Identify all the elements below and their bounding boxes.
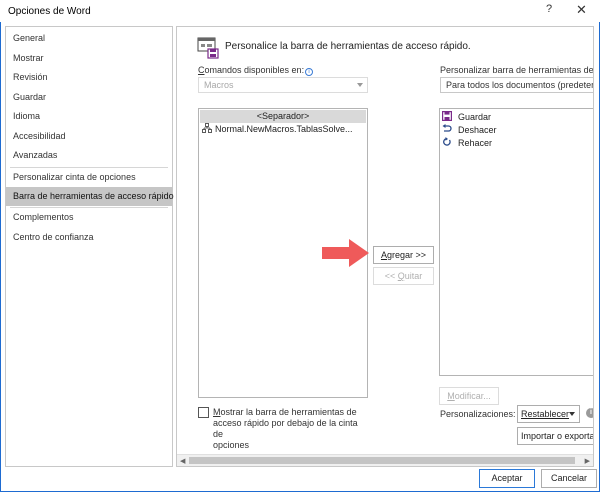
sidebar-item-barra-acceso-rapido[interactable]: Barra de herramientas de acceso rápido [6, 187, 174, 206]
sidebar-item-avanzadas[interactable]: Avanzadas [6, 146, 172, 165]
import-export-button[interactable]: Importar o exportar [517, 427, 593, 445]
sidebar-item-idioma[interactable]: Idioma [6, 107, 172, 126]
qat-item-label: Guardar [458, 112, 492, 122]
scroll-left-icon[interactable]: ◀ [180, 457, 185, 465]
close-button[interactable]: ✕ [576, 2, 587, 18]
list-item-guardar[interactable]: Guardar [442, 111, 592, 124]
chevron-down-icon [569, 412, 575, 416]
main-panel: Personalice la barra de herramientas de … [176, 26, 594, 467]
list-item-separator[interactable]: <Separador> [200, 110, 366, 123]
arrow-right-icon [322, 239, 369, 267]
ok-button[interactable]: Aceptar [479, 469, 535, 488]
commands-available-label-rest: omandos disponibles en: [204, 65, 305, 75]
remove-button-accesskey: Q [397, 271, 405, 281]
sidebar-item-revision[interactable]: Revisión [6, 68, 172, 87]
sidebar-item-complementos[interactable]: Complementos [6, 208, 172, 227]
chevron-down-icon [357, 83, 363, 87]
sidebar-item-personalizar-cinta[interactable]: Personalizar cinta de opciones [6, 168, 172, 187]
commands-source-value: Macros [204, 80, 234, 90]
title-bar: Opciones de Word ? ✕ [0, 0, 600, 22]
list-item-rehacer[interactable]: Rehacer [442, 137, 592, 150]
window-title: Opciones de Word [8, 6, 91, 17]
show-below-ribbon-line-2: acceso rápido por debajo de la cinta de [213, 418, 358, 439]
list-item-macro[interactable]: Normal.NewMacros.TablasSolve... [200, 123, 366, 136]
info-icon: i [305, 68, 314, 76]
show-below-ribbon-checkbox[interactable] [198, 407, 209, 418]
sidebar-item-centro-confianza[interactable]: Centro de confianza [6, 228, 172, 247]
remove-button-rest: uitar [404, 271, 423, 281]
show-below-ribbon-line-1-rest: ostrar la barra de herramientas de [220, 407, 357, 417]
horizontal-scrollbar[interactable]: ◀ ▶ [177, 454, 593, 466]
qat-commands-list[interactable]: Guardar Deshacer Rehacer [439, 108, 593, 376]
customize-scope-dropdown[interactable]: Para todos los documentos (predeterm [440, 77, 594, 93]
remove-button-prefix: << [384, 271, 398, 281]
undo-icon [442, 124, 452, 132]
remove-button[interactable]: << Quitar [373, 267, 434, 285]
commands-available-label: Comandos disponibles en: i [198, 65, 314, 76]
show-below-ribbon-accesskey: M [213, 407, 221, 417]
customize-scope-value: Para todos los documentos (predeterm [446, 80, 594, 90]
show-below-ribbon-label: Mostrar la barra de herramientas de acce… [213, 407, 363, 451]
options-sidebar: General Mostrar Revisión Guardar Idioma … [5, 26, 174, 467]
modify-button-rest: odificar... [454, 391, 491, 401]
customizations-label: Personalizaciones: [440, 409, 516, 419]
page-title: Personalice la barra de herramientas de … [225, 41, 471, 52]
qat-item-label: Deshacer [458, 125, 497, 135]
cancel-button[interactable]: Cancelar [541, 469, 597, 488]
sidebar-item-accesibilidad[interactable]: Accesibilidad [6, 127, 172, 146]
qat-item-label: Rehacer [458, 138, 493, 148]
macro-flowchart-icon [202, 123, 212, 133]
redo-icon [443, 137, 451, 146]
sidebar-item-mostrar[interactable]: Mostrar [6, 49, 172, 68]
modify-button[interactable]: Modificar... [439, 387, 499, 405]
scroll-right-icon[interactable]: ▶ [585, 457, 590, 465]
add-button-rest: gregar >> [386, 250, 427, 260]
show-below-ribbon-line-3: opciones [213, 440, 250, 450]
show-below-ribbon-line-1: Mostrar la barra de herramientas de [213, 407, 363, 418]
reset-button-label: Restablecer [521, 409, 570, 419]
sidebar-item-general[interactable]: General [6, 29, 172, 48]
reset-button[interactable]: Restablecer [517, 405, 580, 423]
help-button[interactable]: ? [546, 3, 552, 15]
modify-button-accesskey: M [447, 391, 455, 401]
sidebar-item-guardar[interactable]: Guardar [6, 88, 172, 107]
scrollbar-thumb[interactable] [189, 457, 575, 464]
quick-access-toolbar-icon [197, 37, 219, 59]
list-item-deshacer[interactable]: Deshacer [442, 124, 592, 137]
add-button[interactable]: Agregar >> [373, 246, 434, 264]
info-icon: i [586, 408, 593, 418]
customize-toolbar-label: Personalizar barra de herramientas de ac… [440, 65, 594, 75]
macro-item-label: Normal.NewMacros.TablasSolve... [215, 124, 353, 134]
save-icon [442, 111, 453, 122]
commands-source-dropdown[interactable]: Macros [198, 77, 368, 93]
